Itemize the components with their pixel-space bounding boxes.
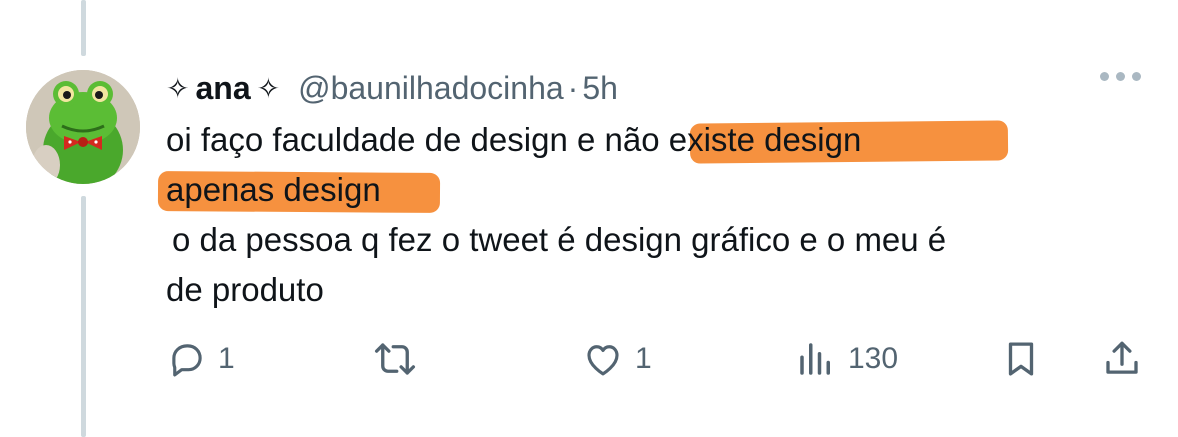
like-button[interactable]: 1: [581, 338, 652, 380]
share-button[interactable]: [1100, 338, 1144, 380]
bookmark-button[interactable]: [1000, 338, 1042, 380]
sparkle-icon: ✧: [256, 72, 281, 104]
retweet-button[interactable]: [372, 338, 418, 380]
thread-line-top: [81, 0, 86, 56]
share-icon: [1106, 341, 1138, 374]
reply-button[interactable]: 1: [166, 338, 235, 380]
tweet-line-3: o da pessoa q fez o tweet é design gráfi…: [172, 221, 947, 258]
tweet-line-4: de produto: [166, 271, 324, 308]
tweet-text-highlight: não existe design: [604, 121, 862, 158]
tweet-text-plain: oi faço faculdade de design e: [166, 121, 605, 158]
tweet-line-2: apenas design: [166, 168, 381, 212]
like-icon: [587, 345, 619, 376]
timestamp[interactable]: 5h: [582, 70, 618, 107]
more-icon[interactable]: [1100, 72, 1141, 81]
reply-icon: [172, 344, 202, 377]
author-name[interactable]: ana: [195, 70, 250, 107]
tweet-header: ✧ ana ✧ @baunilhadocinha · 5h: [166, 66, 618, 110]
avatar[interactable]: [26, 70, 140, 184]
views-count: 130: [848, 342, 899, 375]
frog-figure-icon: [26, 70, 140, 184]
separator-dot: ·: [567, 69, 579, 106]
views-icon: [800, 343, 830, 375]
thread-line-bottom: [81, 196, 86, 437]
sparkle-icon: ✧: [166, 72, 190, 104]
tweet-line-1: oi faço faculdade de design e não existe…: [166, 118, 861, 162]
tweet-text-highlight: apenas design: [166, 171, 381, 208]
bookmark-icon: [1008, 342, 1034, 376]
like-count: 1: [635, 342, 652, 375]
views-button[interactable]: 130: [794, 338, 898, 380]
retweet-icon: [374, 343, 416, 375]
action-bar: 1 1 130: [0, 338, 1178, 382]
reply-count: 1: [218, 342, 235, 375]
author-handle[interactable]: @baunilhadocinha: [298, 70, 564, 107]
